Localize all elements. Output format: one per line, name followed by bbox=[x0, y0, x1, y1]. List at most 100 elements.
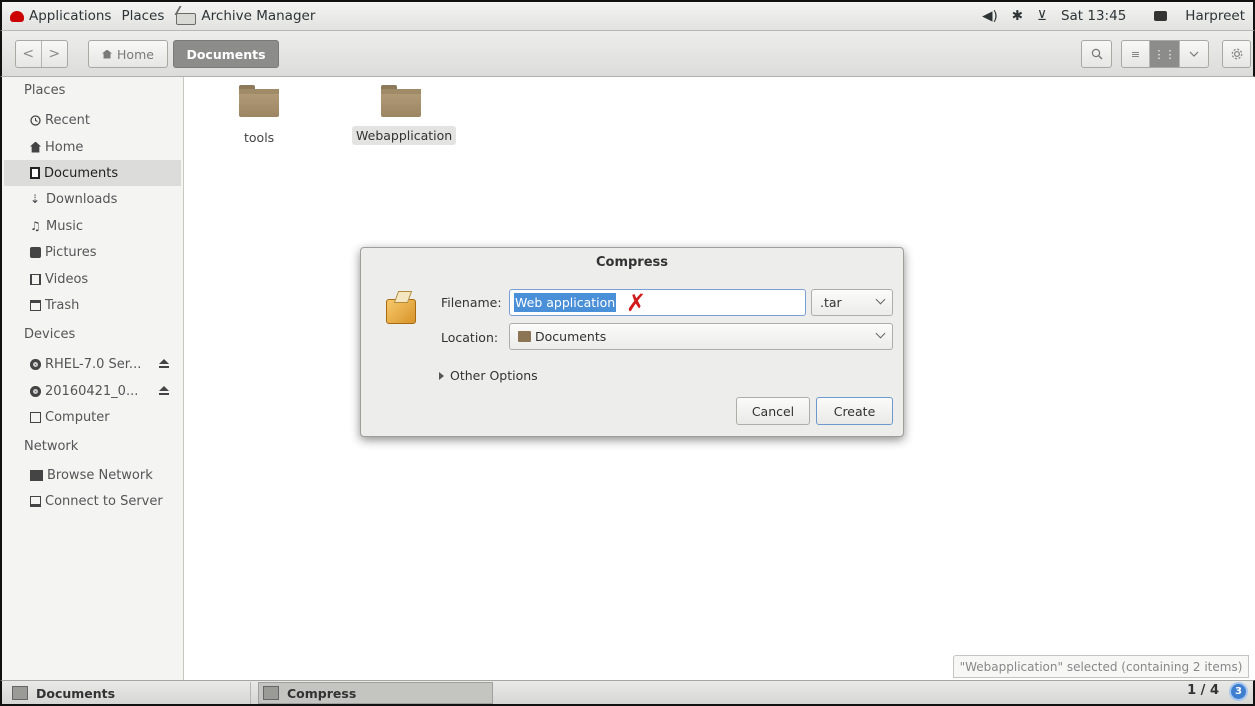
settings-button[interactable] bbox=[1222, 40, 1251, 68]
volume-icon[interactable]: ◀) bbox=[982, 8, 998, 24]
eject-icon[interactable] bbox=[159, 359, 169, 368]
places-label: Places bbox=[121, 8, 165, 24]
sidebar-item-connect-server[interactable]: Connect to Server bbox=[4, 488, 181, 514]
sidebar-item-label: Pictures bbox=[45, 244, 97, 260]
folder-documents-icon bbox=[518, 331, 531, 342]
location-label: Location: bbox=[441, 330, 499, 345]
sidebar-item-label: Documents bbox=[44, 165, 119, 181]
view-options-button[interactable] bbox=[1180, 41, 1208, 67]
notification-count[interactable]: 3 bbox=[1229, 682, 1248, 701]
top-bar: Applications Places Archive Manager ◀) ✱… bbox=[0, 0, 1255, 31]
network-heading: Network bbox=[24, 439, 79, 454]
red-x-annotation: ✗ bbox=[626, 289, 647, 317]
search-icon bbox=[1091, 48, 1102, 60]
user-icon bbox=[1154, 11, 1168, 21]
sidebar-item-label: Home bbox=[45, 139, 84, 155]
clock[interactable]: Sat 13:45 bbox=[1061, 8, 1126, 24]
breadcrumb-home[interactable]: Home bbox=[88, 40, 168, 68]
sidebar-item-downloads[interactable]: ⇣ Downloads bbox=[4, 186, 181, 212]
folder-icon[interactable] bbox=[381, 85, 421, 117]
expander-arrow-icon bbox=[439, 371, 444, 380]
package-icon bbox=[386, 291, 418, 325]
sidebar-item-home[interactable]: Home bbox=[4, 134, 181, 160]
sidebar-item-label: Computer bbox=[45, 409, 110, 425]
sidebar-item-videos[interactable]: Videos bbox=[4, 266, 181, 292]
eject-icon[interactable] bbox=[159, 386, 169, 395]
task-label: Documents bbox=[36, 685, 116, 701]
app-menu[interactable]: Archive Manager bbox=[174, 6, 315, 26]
network-wired-icon[interactable]: ⊻ bbox=[1037, 8, 1047, 24]
sidebar-item-pictures[interactable]: Pictures bbox=[4, 239, 181, 265]
location-select[interactable]: Documents bbox=[509, 323, 893, 350]
gear-icon bbox=[1231, 48, 1242, 60]
view-buttons: ≡ ⋮⋮ bbox=[1121, 40, 1209, 68]
list-view-button[interactable]: ≡ bbox=[1122, 41, 1150, 67]
file-label-webapplication[interactable]: Webapplication bbox=[352, 126, 457, 145]
sidebar-item-music[interactable]: ♫ Music bbox=[4, 213, 181, 239]
folder-icon[interactable] bbox=[239, 85, 279, 117]
applications-menu[interactable]: Applications bbox=[10, 8, 111, 24]
create-button[interactable]: Create bbox=[816, 397, 893, 425]
file-manager-icon bbox=[12, 686, 28, 700]
sidebar-item-recent[interactable]: Recent bbox=[4, 107, 181, 133]
disc-icon bbox=[30, 358, 41, 370]
server-icon bbox=[30, 495, 41, 507]
task-compress[interactable]: Compress bbox=[258, 682, 493, 704]
back-button[interactable]: < bbox=[16, 41, 42, 67]
filename-input[interactable]: Web application ✗ bbox=[509, 289, 806, 316]
network-icon bbox=[30, 469, 43, 481]
breadcrumb-documents[interactable]: Documents bbox=[173, 40, 279, 68]
disc-icon bbox=[30, 385, 41, 397]
filename-label: Filename: bbox=[441, 295, 502, 310]
computer-icon bbox=[30, 411, 41, 423]
sidebar-item-trash[interactable]: Trash bbox=[4, 292, 181, 318]
search-button[interactable] bbox=[1081, 40, 1112, 68]
sidebar-item-label: 20160421_0... bbox=[45, 383, 139, 399]
file-label-tools[interactable]: tools bbox=[240, 128, 278, 147]
sidebar-item-device-usb[interactable]: 20160421_0... bbox=[4, 378, 181, 404]
forward-button[interactable]: > bbox=[42, 41, 67, 67]
breadcrumb-home-label: Home bbox=[117, 46, 154, 62]
selection-status: "Webapplication" selected (containing 2 … bbox=[953, 655, 1249, 678]
clock-icon bbox=[30, 114, 41, 126]
app-name: Archive Manager bbox=[201, 8, 316, 24]
sidebar-item-label: Browse Network bbox=[47, 467, 153, 483]
sidebar-item-documents[interactable]: Documents bbox=[4, 160, 181, 186]
sidebar-item-computer[interactable]: Computer bbox=[4, 404, 181, 430]
devices-heading: Devices bbox=[24, 327, 76, 342]
sidebar-item-label: RHEL-7.0 Ser... bbox=[45, 356, 142, 372]
redhat-logo-icon bbox=[10, 10, 24, 22]
user-name: Harpreet bbox=[1185, 8, 1245, 24]
other-options-label: Other Options bbox=[450, 368, 538, 383]
applications-label: Applications bbox=[29, 8, 112, 24]
home-icon bbox=[30, 141, 41, 153]
archive-manager-icon bbox=[263, 686, 279, 700]
document-icon bbox=[30, 167, 40, 179]
sidebar-item-device-rhel[interactable]: RHEL-7.0 Ser... bbox=[4, 351, 181, 377]
music-icon: ♫ bbox=[30, 218, 41, 233]
sidebar-item-label: Music bbox=[46, 218, 83, 234]
chevron-down-icon bbox=[875, 294, 886, 305]
window-list: Documents Compress 1 / 4 3 bbox=[0, 680, 1255, 706]
other-options-expander[interactable]: Other Options bbox=[439, 368, 538, 383]
extension-value: .tar bbox=[820, 295, 842, 310]
cancel-button[interactable]: Cancel bbox=[736, 397, 810, 425]
extension-select[interactable]: .tar bbox=[811, 289, 893, 316]
film-icon bbox=[30, 273, 41, 285]
compress-dialog: Compress Filename: Web application ✗ .ta… bbox=[360, 247, 904, 437]
grid-view-button[interactable]: ⋮⋮ bbox=[1150, 41, 1180, 67]
sidebar-item-label: Trash bbox=[45, 297, 80, 313]
bluetooth-icon[interactable]: ✱ bbox=[1012, 8, 1023, 24]
workspace-indicator[interactable]: 1 / 4 bbox=[1187, 683, 1219, 698]
trash-icon bbox=[30, 299, 41, 311]
sidebar-item-browse-network[interactable]: Browse Network bbox=[4, 462, 181, 488]
task-documents[interactable]: Documents bbox=[8, 682, 251, 704]
location-value: Documents bbox=[535, 329, 607, 344]
places-menu[interactable]: Places bbox=[121, 8, 164, 24]
nav-buttons: < > bbox=[15, 40, 68, 68]
user-menu[interactable]: Harpreet bbox=[1140, 8, 1245, 24]
sidebar-item-label: Recent bbox=[45, 112, 90, 128]
chevron-down-icon bbox=[875, 328, 886, 339]
sidebar-item-label: Connect to Server bbox=[45, 493, 163, 509]
filename-value: Web application bbox=[514, 293, 617, 312]
